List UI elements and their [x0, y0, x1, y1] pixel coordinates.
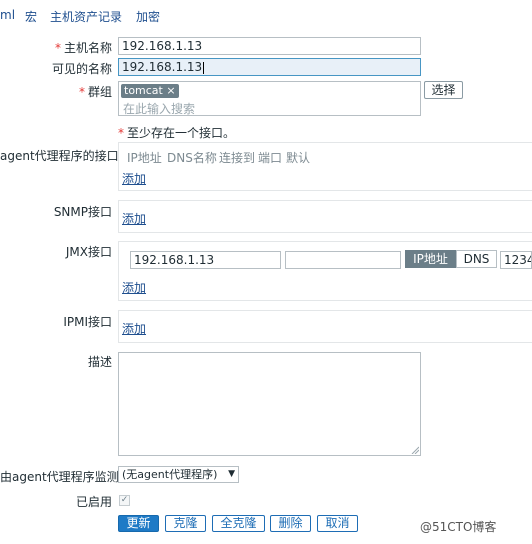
delete-button[interactable]: 删除 — [270, 515, 311, 532]
chevron-down-icon: ▼ — [228, 469, 235, 479]
tag-remove-icon[interactable]: × — [166, 84, 175, 97]
ipmi-add-link[interactable]: 添加 — [122, 320, 146, 337]
resize-grip-icon[interactable] — [411, 446, 419, 454]
col-dns: DNS名称 — [167, 151, 217, 165]
jmx-connect-ip-toggle[interactable]: IP地址 — [405, 250, 456, 268]
jmx-connect-dns-toggle[interactable]: DNS — [456, 250, 497, 268]
tab-encryption[interactable]: 加密 — [136, 8, 160, 25]
col-connect: 连接到 — [219, 151, 256, 165]
full-clone-button[interactable]: 全克隆 — [212, 515, 265, 532]
tab-macros[interactable]: 宏 — [25, 8, 37, 25]
enabled-label: 已启用 — [75, 495, 112, 509]
tab-inventory[interactable]: 主机资产记录 — [50, 8, 122, 25]
enabled-checkbox[interactable]: ✓ — [119, 495, 130, 506]
ipmi-interface-box — [118, 310, 532, 343]
cancel-button[interactable]: 取消 — [317, 515, 358, 532]
description-label: 描述 — [87, 355, 112, 369]
visible-name-label: 可见的名称 — [51, 62, 112, 76]
groups-search-placeholder: 在此输入搜索 — [123, 102, 196, 116]
jmx-interface-label: JMX接口 — [65, 245, 112, 259]
watermark: @51CTO博客 — [420, 520, 497, 534]
groups-label: * 群组 — [78, 85, 112, 99]
snmp-add-link[interactable]: 添加 — [122, 210, 146, 227]
jmx-port-input[interactable]: 1234 — [500, 251, 532, 269]
interface-note: * 至少存在一个接口。 — [118, 126, 236, 140]
group-tag-tomcat[interactable]: tomcat × — [121, 84, 179, 98]
col-ip: IP地址 — [127, 151, 162, 165]
visible-name-input[interactable]: 192.168.1.13 — [118, 58, 421, 76]
required-mark: * — [54, 41, 61, 55]
clone-button[interactable]: 克隆 — [165, 515, 206, 532]
host-tabs: ml 宏 主机资产记录 加密 — [0, 0, 532, 28]
proxy-select[interactable]: (无agent代理程序) ▼ — [118, 466, 239, 483]
jmx-add-link[interactable]: 添加 — [122, 279, 146, 296]
agent-add-link[interactable]: 添加 — [122, 170, 146, 187]
snmp-interface-label: SNMP接口 — [53, 205, 112, 219]
hostname-input[interactable]: 192.168.1.13 — [118, 37, 421, 55]
ipmi-interface-label: IPMI接口 — [63, 315, 112, 329]
jmx-ip-input[interactable]: 192.168.1.13 — [130, 251, 281, 269]
update-button[interactable]: 更新 — [118, 515, 159, 532]
groups-select-button[interactable]: 选择 — [424, 81, 463, 99]
monitored-by-label: 由agent代理程序监测 — [0, 470, 119, 484]
col-default: 默认 — [286, 151, 311, 165]
jmx-dns-input[interactable] — [285, 251, 401, 269]
col-port: 端口 — [258, 151, 283, 165]
snmp-interface-box — [118, 200, 532, 233]
description-textarea[interactable] — [118, 352, 421, 456]
tab-html[interactable]: ml — [0, 8, 15, 22]
agent-interface-label: agent代理程序的接口 — [0, 149, 119, 163]
hostname-label: * 主机名称 — [54, 41, 112, 55]
